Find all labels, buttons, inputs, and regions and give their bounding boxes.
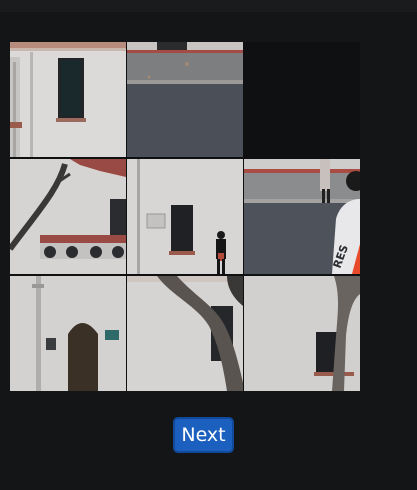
top-bar xyxy=(0,0,417,12)
puzzle-tile-door-wall[interactable] xyxy=(10,276,126,391)
puzzle-tile-tree-trunk[interactable] xyxy=(127,276,243,391)
puzzle-tile-wall-window-right[interactable] xyxy=(244,276,360,391)
puzzle-tile-window-wall[interactable] xyxy=(10,42,126,157)
puzzle-tile-tree-balcony[interactable] xyxy=(10,159,126,274)
puzzle-tile-person-road[interactable]: RES xyxy=(244,159,360,274)
puzzle-tile-road-curb[interactable] xyxy=(127,42,243,157)
sliding-puzzle-grid: RES xyxy=(10,42,360,391)
puzzle-tile-person-window[interactable] xyxy=(127,159,243,274)
empty-puzzle-slot xyxy=(244,42,360,157)
next-button[interactable]: Next xyxy=(173,417,234,453)
